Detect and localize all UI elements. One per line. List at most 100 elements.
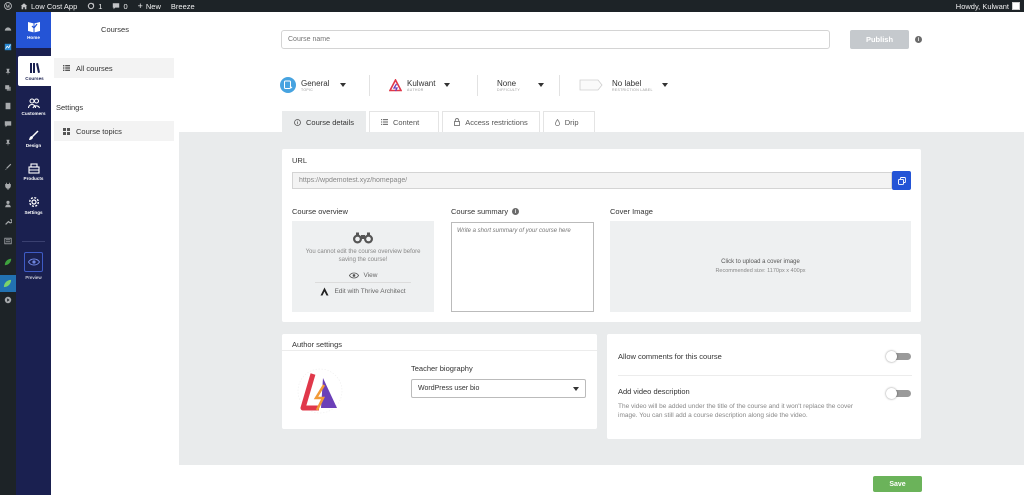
- drop-icon: [554, 118, 560, 126]
- difficulty-label: DIFFICULTY: [497, 87, 520, 92]
- nav-products[interactable]: Products: [16, 157, 51, 187]
- nav-customers[interactable]: Customers: [16, 92, 51, 122]
- active-menu-indicator[interactable]: [0, 275, 16, 292]
- course-overview-notice: You cannot edit the course overview befo…: [305, 249, 421, 263]
- updates-link[interactable]: 1: [87, 2, 102, 11]
- save-button[interactable]: Save: [873, 476, 922, 492]
- books-icon: [29, 62, 40, 73]
- nav-courses-label: Courses: [25, 75, 44, 81]
- teacher-biography-select[interactable]: WordPress user bio: [411, 379, 586, 398]
- author-selector[interactable]: Kulwant AUTHOR: [389, 74, 451, 96]
- teacher-biography-value: WordPress user bio: [418, 385, 480, 392]
- chevron-down-icon: [340, 83, 347, 87]
- nav-courses[interactable]: Courses: [18, 56, 51, 86]
- site-name-link[interactable]: Low Cost App: [20, 2, 77, 11]
- all-courses-label: All courses: [76, 63, 113, 73]
- wordpress-logo-icon[interactable]: W: [4, 2, 12, 10]
- appearance-icon[interactable]: [4, 163, 12, 171]
- settings-heading: Settings: [56, 103, 84, 112]
- video-description-label: Add video description: [618, 387, 690, 396]
- video-description-help: The video will be added under the title …: [618, 403, 854, 419]
- brush-icon: [29, 130, 39, 140]
- chevron-down-icon: [444, 83, 451, 87]
- meta-divider: [477, 75, 478, 96]
- settings-icon[interactable]: [4, 237, 12, 245]
- topic-icon: [280, 77, 296, 93]
- courses-panel: Courses All courses Settings Course topi…: [51, 12, 179, 495]
- overview-divider: [315, 282, 411, 283]
- dashboard-icon[interactable]: [4, 25, 12, 33]
- course-summary-textarea[interactable]: [451, 222, 594, 312]
- howdy-text: Howdy, Kulwant: [955, 1, 1009, 11]
- nav-customers-label: Customers: [21, 111, 46, 116]
- preview-label: Preview: [25, 275, 42, 280]
- course-name-input[interactable]: [281, 30, 830, 49]
- nav-products-label: Products: [23, 176, 44, 181]
- tab-course-details[interactable]: Course details: [282, 111, 366, 132]
- tag-icon: [579, 79, 603, 91]
- allow-comments-label: Allow comments for this course: [618, 352, 722, 361]
- main-content: Publish i General TOPIC Kulwant AUTHOR N…: [179, 12, 1024, 495]
- difficulty-selector[interactable]: None DIFFICULTY: [497, 74, 544, 96]
- comments-count: 0: [123, 1, 128, 11]
- author-logo-icon: [297, 368, 343, 414]
- chevron-down-icon: [661, 83, 668, 87]
- nav-home[interactable]: Home: [16, 12, 51, 48]
- chart-icon[interactable]: [4, 43, 12, 51]
- nav-design-label: Design: [25, 143, 42, 148]
- leaf-icon[interactable]: [4, 258, 12, 266]
- tab-access-restrictions[interactable]: Access restrictions: [442, 111, 540, 132]
- info-circle-icon: [294, 118, 301, 126]
- topic-selector[interactable]: General TOPIC: [280, 74, 347, 96]
- preview-button[interactable]: [24, 252, 43, 272]
- nav-home-label: Home: [27, 34, 40, 40]
- tab-label: Access restrictions: [465, 117, 528, 127]
- home-icon: [20, 3, 28, 10]
- plus-icon: +: [137, 1, 143, 11]
- tab-drip[interactable]: Drip: [542, 111, 595, 132]
- nav-divider: [22, 241, 45, 242]
- comment-icon: [113, 3, 120, 10]
- url-input[interactable]: [292, 172, 892, 189]
- view-overview-link[interactable]: View: [348, 272, 377, 279]
- nav-design[interactable]: Design: [16, 124, 51, 154]
- nav-settings[interactable]: Settings: [16, 190, 51, 220]
- chevron-down-icon: [537, 83, 544, 87]
- comments-icon[interactable]: [4, 120, 12, 128]
- author-value: Kulwant: [407, 78, 436, 88]
- comments-link[interactable]: 0: [112, 1, 128, 11]
- info-icon[interactable]: i: [915, 36, 922, 43]
- video-description-toggle[interactable]: [886, 387, 911, 399]
- tools-icon[interactable]: [4, 218, 12, 226]
- tab-content[interactable]: Content: [368, 111, 440, 132]
- admin-bar: W Low Cost App 1 0 + New Breeze Howdy, K…: [0, 0, 1024, 12]
- refresh-icon: [88, 2, 95, 10]
- new-content-link[interactable]: + New: [138, 2, 161, 11]
- eye-icon: [348, 272, 359, 279]
- pin-icon[interactable]: [4, 139, 12, 147]
- plugins-icon[interactable]: [4, 182, 12, 190]
- breeze-link[interactable]: Breeze: [171, 2, 195, 11]
- course-summary-label: Course summary: [451, 207, 509, 216]
- restriction-label-selector[interactable]: No label RESTRICTION LABEL: [579, 74, 668, 96]
- play-icon[interactable]: [4, 296, 12, 304]
- info-icon[interactable]: i: [512, 208, 520, 215]
- lock-icon: [454, 118, 461, 126]
- allow-comments-toggle[interactable]: [886, 350, 911, 362]
- restriction-value: No label: [612, 78, 642, 88]
- users-icon[interactable]: [4, 200, 12, 208]
- cover-image-upload[interactable]: Click to upload a cover image Recommende…: [610, 221, 911, 312]
- media-icon[interactable]: [4, 84, 12, 92]
- pin-icon[interactable]: [4, 68, 12, 76]
- list-icon: [63, 65, 70, 71]
- all-courses-link[interactable]: All courses: [54, 58, 174, 78]
- tab-label: Drip: [564, 117, 579, 127]
- account-menu[interactable]: Howdy, Kulwant: [956, 2, 1020, 11]
- publish-button[interactable]: Publish: [850, 30, 909, 49]
- site-name: Low Cost App: [31, 1, 78, 11]
- pages-icon[interactable]: [4, 102, 12, 110]
- course-topics-link[interactable]: Course topics: [54, 121, 174, 141]
- edit-with-architect-link[interactable]: Edit with Thrive Architect: [320, 287, 406, 296]
- topic-label: TOPIC: [301, 87, 314, 92]
- copy-url-button[interactable]: [892, 171, 911, 190]
